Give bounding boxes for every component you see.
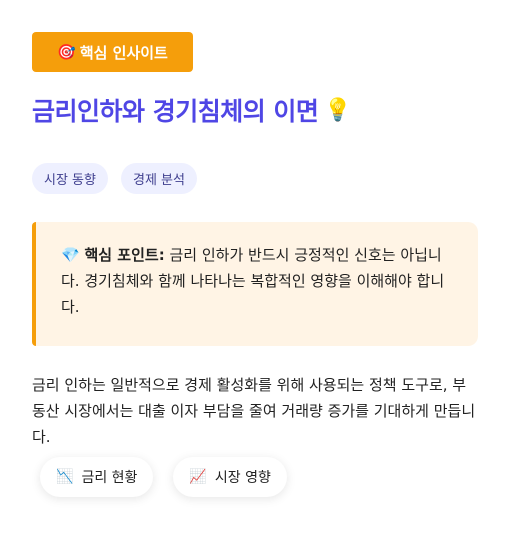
page-title: 금리인하와 경기침체의 이면 💡 — [32, 92, 352, 128]
callout-label: 핵심 포인트: — [84, 246, 165, 264]
key-point-callout: 💎 핵심 포인트: 금리 인하가 반드시 긍정적인 신호는 아닙니다. 경기침체… — [32, 222, 478, 346]
page-title-text: 금리인하와 경기침체의 이면 — [32, 97, 319, 126]
insight-card: 🎯 핵심 인사이트 금리인하와 경기침체의 이면 💡 시장 동향 경제 분석 💎… — [0, 0, 510, 538]
action-buttons: 📉 금리 현황 📈 시장 영향 — [40, 457, 287, 497]
lightbulb-icon: 💡 — [324, 97, 352, 123]
target-icon: 🎯 — [57, 43, 76, 61]
gem-icon: 💎 — [61, 246, 80, 264]
rate-status-button[interactable]: 📉 금리 현황 — [40, 457, 154, 497]
market-impact-label: 시장 영향 — [214, 470, 271, 486]
chart-increasing-icon: 📈 — [189, 469, 207, 485]
tag-economic-analysis[interactable]: 경제 분석 — [120, 163, 197, 194]
rate-status-label: 금리 현황 — [81, 470, 138, 486]
insight-badge-label: 핵심 인사이트 — [79, 43, 168, 62]
chart-decreasing-icon: 📉 — [56, 469, 74, 485]
body-paragraph: 금리 인하는 일반적으로 경제 활성화를 위해 사용되는 정책 도구로, 부동산… — [32, 376, 476, 446]
market-impact-button[interactable]: 📈 시장 영향 — [173, 457, 287, 497]
insight-badge: 🎯 핵심 인사이트 — [32, 32, 193, 72]
tag-list: 시장 동향 경제 분석 — [32, 163, 197, 194]
tag-market-trend[interactable]: 시장 동향 — [32, 163, 108, 194]
